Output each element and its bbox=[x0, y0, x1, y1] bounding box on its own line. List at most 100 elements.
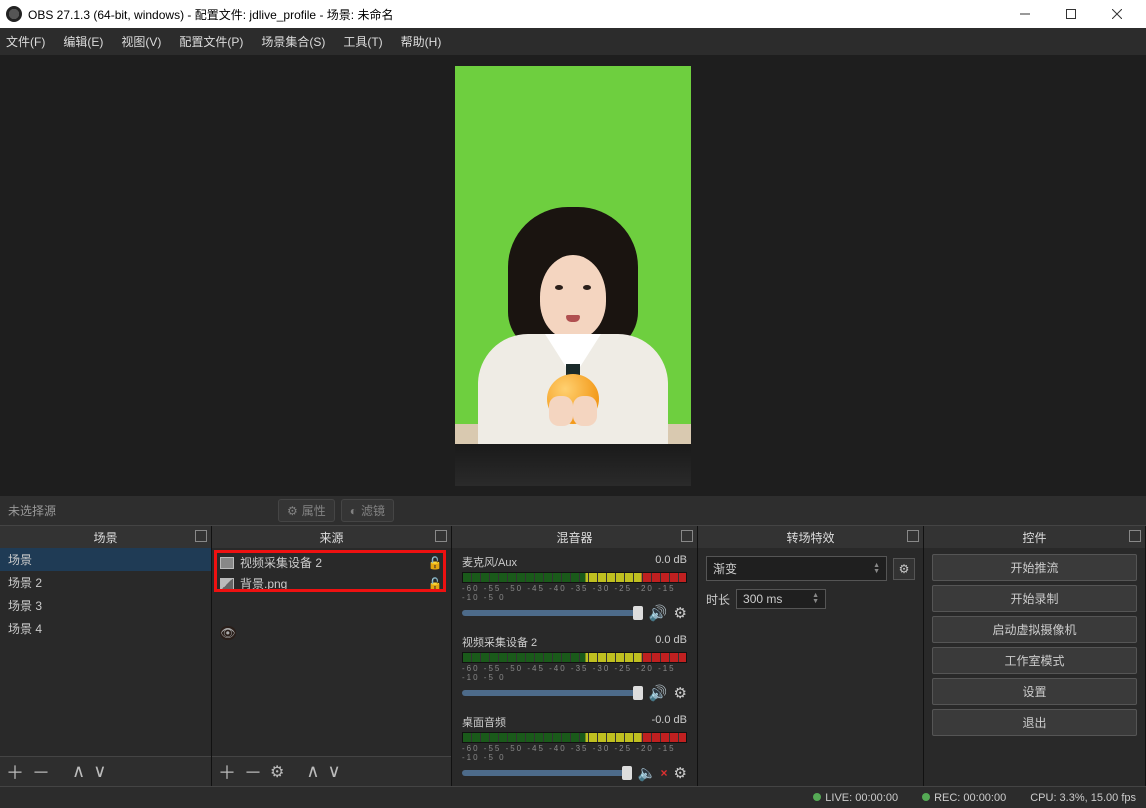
controls-body: 开始推流 开始录制 启动虚拟摄像机 工作室模式 设置 退出 bbox=[924, 548, 1145, 786]
scene-up-button[interactable]: ∧ bbox=[72, 761, 85, 782]
transitions-body: 渐变 ▲▼ ⚙ 时长 300 ms ▲▼ bbox=[698, 548, 923, 786]
lock-toggle[interactable]: 🔓 bbox=[427, 556, 443, 570]
volume-slider[interactable] bbox=[462, 770, 632, 776]
source-label: 视频采集设备 2 bbox=[240, 554, 421, 571]
duration-label: 时长 bbox=[706, 591, 730, 608]
channel-db: -0.0 dB bbox=[652, 714, 687, 730]
menu-profile[interactable]: 配置文件(P) bbox=[179, 33, 243, 50]
window-maximize-button[interactable] bbox=[1048, 0, 1094, 28]
start-streaming-button[interactable]: 开始推流 bbox=[932, 554, 1137, 581]
no-source-selected-label: 未选择源 bbox=[8, 502, 56, 519]
mixer-header[interactable]: 混音器 bbox=[452, 526, 697, 548]
gear-icon: ⚙ bbox=[899, 562, 910, 576]
gear-icon[interactable]: ⚙ bbox=[674, 684, 687, 702]
controls-header[interactable]: 控件 bbox=[924, 526, 1145, 548]
preview-person bbox=[478, 207, 668, 444]
start-recording-button[interactable]: 开始录制 bbox=[932, 585, 1137, 612]
popout-icon[interactable] bbox=[195, 530, 207, 542]
menubar: 文件(F) 编辑(E) 视图(V) 配置文件(P) 场景集合(S) 工具(T) … bbox=[0, 28, 1146, 55]
preview-canvas[interactable] bbox=[455, 66, 691, 486]
sources-dock: 来源 视频采集设备 2 👁 🔓 背景.png 👁 🔓 bbox=[212, 526, 452, 786]
mixer-channel: 视频采集设备 20.0 dB -60 -55 -50 -45 -40 -35 -… bbox=[462, 634, 687, 702]
popout-icon[interactable] bbox=[1129, 530, 1141, 542]
statusbar: LIVE: 00:00:00 REC: 00:00:00 CPU: 3.3%, … bbox=[0, 786, 1146, 808]
remove-source-button[interactable]: － bbox=[244, 759, 262, 785]
transitions-header[interactable]: 转场特效 bbox=[698, 526, 923, 548]
exit-button[interactable]: 退出 bbox=[932, 709, 1137, 736]
menu-help[interactable]: 帮助(H) bbox=[401, 33, 442, 50]
chevron-updown-icon: ▲▼ bbox=[812, 593, 819, 605]
window-minimize-button[interactable] bbox=[1002, 0, 1048, 28]
mixer-channel: 桌面音频 -0.0 dB -60 -55 -50 -45 -40 -35 -30 … bbox=[462, 714, 687, 782]
menu-scene-collection[interactable]: 场景集合(S) bbox=[261, 33, 325, 50]
menu-view[interactable]: 视图(V) bbox=[121, 33, 161, 50]
volume-slider[interactable] bbox=[462, 610, 643, 616]
gear-icon: ⚙ bbox=[287, 504, 298, 518]
duration-spinbox[interactable]: 300 ms ▲▼ bbox=[736, 589, 826, 609]
menu-tools[interactable]: 工具(T) bbox=[343, 33, 382, 50]
add-source-button[interactable]: ＋ bbox=[218, 759, 236, 785]
channel-name: 桌面音频 bbox=[462, 714, 506, 730]
popout-icon[interactable] bbox=[907, 530, 919, 542]
popout-icon[interactable] bbox=[435, 530, 447, 542]
scene-item[interactable]: 场景 bbox=[0, 548, 211, 571]
source-filters-button[interactable]: ◐ 滤镜 bbox=[341, 499, 394, 522]
window-close-button[interactable] bbox=[1094, 0, 1140, 28]
menu-file[interactable]: 文件(F) bbox=[6, 33, 45, 50]
channel-db: 0.0 dB bbox=[655, 634, 687, 650]
start-virtual-cam-button[interactable]: 启动虚拟摄像机 bbox=[932, 616, 1137, 643]
window-titlebar: OBS 27.1.3 (64-bit, windows) - 配置文件: jdl… bbox=[0, 0, 1146, 28]
mixer-body: 麦克风/Aux0.0 dB -60 -55 -50 -45 -40 -35 -3… bbox=[452, 548, 697, 786]
transition-props-button[interactable]: ⚙ bbox=[893, 558, 915, 580]
settings-button[interactable]: 设置 bbox=[932, 678, 1137, 705]
image-icon bbox=[220, 578, 234, 590]
source-down-button[interactable]: ∨ bbox=[328, 761, 341, 782]
live-dot-icon bbox=[813, 793, 821, 801]
sources-header[interactable]: 来源 bbox=[212, 526, 451, 548]
speaker-muted-icon[interactable]: 🔈 bbox=[638, 764, 657, 782]
remove-scene-button[interactable]: － bbox=[32, 759, 50, 785]
docks-row: 场景 场景 场景 2 场景 3 场景 4 ＋ － ∧ ∨ 来源 视频采集设备 bbox=[0, 526, 1146, 786]
source-toolbar: 未选择源 ⚙ 属性 ◐ 滤镜 bbox=[0, 496, 1146, 526]
scenes-list[interactable]: 场景 场景 2 场景 3 场景 4 bbox=[0, 548, 211, 756]
scenes-footer: ＋ － ∧ ∨ bbox=[0, 756, 211, 786]
popout-icon[interactable] bbox=[681, 530, 693, 542]
scenes-header[interactable]: 场景 bbox=[0, 526, 211, 548]
menu-edit[interactable]: 编辑(E) bbox=[63, 33, 103, 50]
source-up-button[interactable]: ∧ bbox=[306, 761, 319, 782]
volume-slider[interactable] bbox=[462, 690, 643, 696]
live-timer: LIVE: 00:00:00 bbox=[825, 792, 898, 804]
gear-icon[interactable]: ⚙ bbox=[674, 604, 687, 622]
preview-area[interactable] bbox=[0, 55, 1146, 496]
source-item[interactable]: 视频采集设备 2 👁 🔓 bbox=[212, 552, 451, 573]
scene-item[interactable]: 场景 3 bbox=[0, 594, 211, 617]
rec-dot-icon bbox=[922, 793, 930, 801]
add-scene-button[interactable]: ＋ bbox=[6, 759, 24, 785]
obs-app-icon bbox=[6, 6, 22, 22]
vu-meter bbox=[462, 732, 687, 743]
scene-item[interactable]: 场景 4 bbox=[0, 617, 211, 640]
rec-timer: REC: 00:00:00 bbox=[934, 792, 1006, 804]
studio-mode-button[interactable]: 工作室模式 bbox=[932, 647, 1137, 674]
lock-toggle[interactable]: 🔓 bbox=[427, 577, 443, 591]
cpu-fps-readout: CPU: 3.3%, 15.00 fps bbox=[1030, 792, 1136, 804]
transition-select[interactable]: 渐变 ▲▼ bbox=[706, 556, 887, 581]
source-properties-button[interactable]: ⚙ 属性 bbox=[278, 499, 335, 522]
window-title: OBS 27.1.3 (64-bit, windows) - 配置文件: jdl… bbox=[28, 6, 1002, 23]
db-ticks: -60 -55 -50 -45 -40 -35 -30 -25 -20 -15 … bbox=[462, 744, 687, 762]
gear-icon[interactable]: ⚙ bbox=[674, 764, 687, 782]
filters-icon: ◐ bbox=[350, 504, 357, 518]
transitions-dock: 转场特效 渐变 ▲▼ ⚙ 时长 300 ms ▲▼ bbox=[698, 526, 924, 786]
scene-item[interactable]: 场景 2 bbox=[0, 571, 211, 594]
speaker-icon[interactable]: 🔊 bbox=[649, 684, 668, 702]
scenes-dock: 场景 场景 场景 2 场景 3 场景 4 ＋ － ∧ ∨ bbox=[0, 526, 212, 786]
visibility-toggle[interactable]: 👁 bbox=[220, 626, 236, 640]
speaker-icon[interactable]: 🔊 bbox=[649, 604, 668, 622]
source-item[interactable]: 背景.png 👁 🔓 bbox=[212, 573, 451, 594]
source-properties-icon[interactable]: ⚙ bbox=[270, 762, 284, 782]
sources-list[interactable]: 视频采集设备 2 👁 🔓 背景.png 👁 🔓 bbox=[212, 548, 451, 756]
scene-down-button[interactable]: ∨ bbox=[93, 761, 106, 782]
controls-dock: 控件 开始推流 开始录制 启动虚拟摄像机 工作室模式 设置 退出 bbox=[924, 526, 1146, 786]
channel-name: 视频采集设备 2 bbox=[462, 634, 537, 650]
source-label: 背景.png bbox=[240, 575, 421, 592]
